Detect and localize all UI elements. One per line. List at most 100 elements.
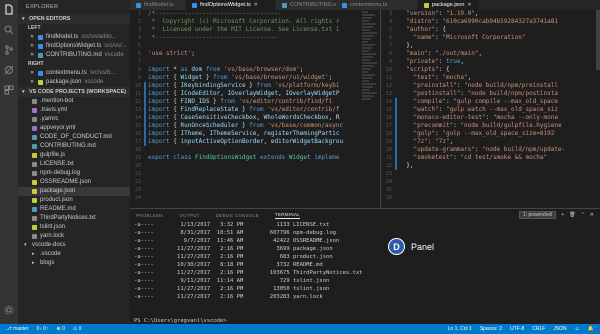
tree-file[interactable]: CONTRIBUTING.md <box>18 142 130 151</box>
indentation[interactable]: Spaces: 2 <box>480 326 502 332</box>
code-token: "monaco-editor-test" <box>413 114 486 121</box>
tree-file[interactable]: README.md <box>18 205 130 214</box>
editor-right[interactable]: 3 "version": "1.19.0", 4 "distro": "610ca… <box>380 10 600 208</box>
editor-tab[interactable]: findOptionsWidget.ts ✕ <box>186 0 276 10</box>
tree-file[interactable]: tslint.json <box>18 223 130 232</box>
tree-file[interactable]: npm-debug.log <box>18 169 130 178</box>
tree-file[interactable]: .yarnrc <box>18 115 130 124</box>
code-line: 16 import { ITheme, IThemeService, regist… <box>130 130 378 138</box>
close-icon[interactable]: ✕ <box>254 0 258 10</box>
code-token: , <box>278 90 286 97</box>
code-token: { <box>169 74 181 81</box>
open-editor-item[interactable]: ✕ package.json vscode <box>18 78 130 87</box>
tree-file[interactable]: appveyor.yml <box>18 124 130 133</box>
editor-tab[interactable]: CONTRIBUTING.md <box>276 0 341 10</box>
code-token: import <box>148 74 170 81</box>
panel-tab[interactable]: OUTPUT <box>179 213 199 218</box>
panel-tab[interactable]: PROBLEMS <box>136 213 163 218</box>
tree-item-label: blogs <box>40 260 55 266</box>
source-control-icon[interactable] <box>3 44 15 56</box>
close-icon[interactable]: ✕ <box>30 42 35 51</box>
bell-icon[interactable]: 🔔 <box>588 326 594 332</box>
file-tree: .mention-bot .travis.yml .yarnrc appveyor.y… <box>18 97 130 268</box>
code-token: "preinstall" <box>413 82 457 89</box>
line-number: 20 <box>134 163 141 169</box>
tree-folder[interactable]: ▸ blogs <box>18 259 130 268</box>
code-line: 24 <box>381 178 600 186</box>
tree-file[interactable]: LICENSE.txt <box>18 160 130 169</box>
workspace-header[interactable]: ▾ VS CODE PROJECTS (WORKSPACE) <box>18 87 130 97</box>
settings-gear-icon[interactable] <box>3 304 15 316</box>
tree-file[interactable]: CODE_OF_CONDUCT.md <box>18 133 130 142</box>
branch-status[interactable]: ⎇ master <box>6 326 28 332</box>
terminal-output[interactable]: -a---- 1/13/2017 3:32 PM 1133 LICENSE.tx… <box>130 221 600 325</box>
tree-file[interactable]: package.json <box>18 187 130 196</box>
tree-file[interactable]: OSSREADME.json <box>18 178 130 187</box>
warnings-status[interactable]: ⚠ 0 <box>73 326 82 332</box>
debug-icon[interactable] <box>3 64 15 76</box>
tree-file[interactable]: gulpfile.js <box>18 151 130 160</box>
open-editors-header[interactable]: ▾ OPEN EDITORS <box>18 14 130 24</box>
code-token: "smoketest" <box>413 154 454 161</box>
tree-folder[interactable]: ▸ .vscode <box>18 250 130 259</box>
file-icon <box>32 207 37 212</box>
open-editor-item[interactable]: ✕ CONTRIBUTING.md vscode <box>18 51 130 60</box>
terminal-select[interactable]: 1: powershell <box>518 211 557 219</box>
open-editor-item[interactable]: ✕ findModel.ts src/vs/edito... <box>18 33 130 42</box>
trash-icon[interactable]: 🗑 <box>569 212 575 218</box>
editor-tab[interactable]: package.json ✕ <box>418 0 480 10</box>
panel-tab[interactable]: DEBUG CONSOLE <box>216 213 259 218</box>
search-icon[interactable] <box>3 24 15 36</box>
tree-item-label: README.md <box>40 206 76 212</box>
add-terminal-icon[interactable]: + <box>561 212 564 218</box>
minimap-line <box>362 74 375 76</box>
maximize-icon[interactable]: ⌃ <box>581 212 585 218</box>
tree-file[interactable]: .travis.yml <box>18 106 130 115</box>
encoding[interactable]: UTF-8 <box>510 326 524 332</box>
close-icon[interactable]: ✕ <box>30 78 35 87</box>
extensions-icon[interactable] <box>3 84 15 96</box>
code-line: 8 "main": "./out/main", <box>381 50 600 58</box>
code-token: : <box>453 122 461 129</box>
tree-file[interactable]: yarn.lock <box>18 232 130 241</box>
close-icon[interactable]: ✕ <box>30 69 35 78</box>
code-token: : <box>435 18 443 25</box>
code-line: 3 * Licensed under the MIT License. See … <box>130 26 378 34</box>
gutter <box>144 162 148 170</box>
minimap[interactable] <box>360 10 378 208</box>
smiley-icon[interactable]: ☺ <box>575 326 580 332</box>
close-icon[interactable]: ✕ <box>30 51 35 60</box>
tab-label: findModel.ts <box>144 2 174 8</box>
line-number: 16 <box>385 115 392 121</box>
editor-left[interactable]: 1 /*----------------------------------- 2 … <box>130 10 378 208</box>
tree-item-label: .travis.yml <box>40 107 67 113</box>
minimap-line <box>362 41 368 43</box>
tree-file[interactable]: .mention-bot <box>18 97 130 106</box>
files-icon[interactable] <box>3 4 15 16</box>
explorer-sidebar: EXPLORER ▾ OPEN EDITORS LEFT ✕ findModel.t… <box>18 0 130 324</box>
chevron-icon: ▸ <box>32 260 35 266</box>
tree-file[interactable]: product.json <box>18 196 130 205</box>
terminal-line: -a---- 11/27/2017 2:16 PM 103675 ThirdPa… <box>134 270 363 276</box>
tree-folder[interactable]: ▾ vscode-docs <box>18 241 130 250</box>
editor-tab[interactable]: findModel.ts <box>130 0 186 10</box>
editor-tab[interactable]: contextmenu.ts <box>336 0 418 10</box>
code-line: 6 'use strict'; <box>130 50 378 58</box>
line-number: 1 <box>137 11 141 17</box>
minimap-line <box>362 23 376 25</box>
scrollbar[interactable] <box>596 10 600 70</box>
tree-file[interactable]: ThirdPartyNotices.txt <box>18 214 130 223</box>
errors-status[interactable]: ⊗ 0 <box>56 326 64 332</box>
open-editor-item[interactable]: ✕ findOptionsWidget.ts src/vs/... <box>18 42 130 51</box>
code-line: 19 "7z": "7z", <box>381 138 600 146</box>
close-icon[interactable]: ✕ <box>30 33 35 42</box>
sync-status[interactable]: 0↓ 0↑ <box>36 326 48 332</box>
close-icon[interactable]: ✕ <box>590 212 594 218</box>
end-of-line[interactable]: CRLF <box>532 326 545 332</box>
code-token: { <box>169 82 181 89</box>
panel-tab[interactable]: TERMINAL <box>274 212 301 219</box>
cursor-position[interactable]: Ln 1, Col 1 <box>448 326 472 332</box>
open-editor-item[interactable]: ✕ contextmenu.ts src/vs/b... <box>18 69 130 78</box>
language-mode[interactable]: JSON <box>553 326 566 332</box>
close-icon[interactable]: ✕ <box>467 0 471 10</box>
